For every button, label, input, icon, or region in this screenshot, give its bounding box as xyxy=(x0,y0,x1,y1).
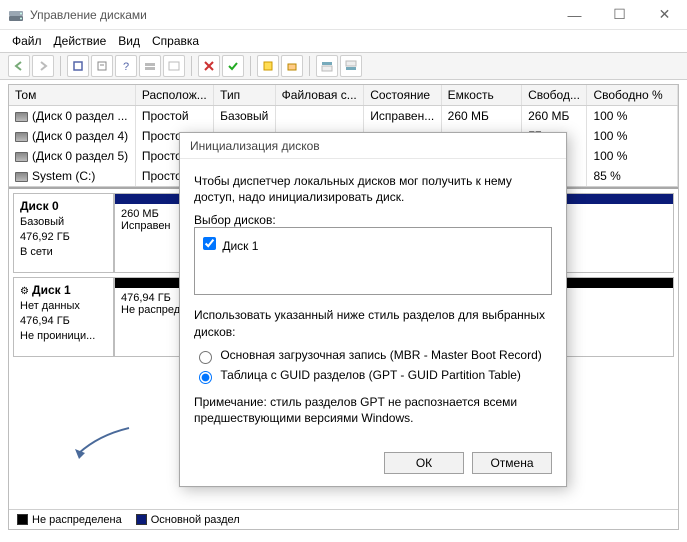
toolbar-del[interactable] xyxy=(198,55,220,77)
close-button[interactable]: ✕ xyxy=(642,0,687,30)
toolbar-check[interactable] xyxy=(222,55,244,77)
toolbar-view1[interactable] xyxy=(139,55,161,77)
volume-icon xyxy=(15,172,28,182)
dialog-title: Инициализация дисков xyxy=(180,133,566,159)
toolbar-view2[interactable] xyxy=(163,55,185,77)
cancel-button[interactable]: Отмена xyxy=(472,452,552,474)
svg-text:?: ? xyxy=(123,61,129,72)
volume-icon xyxy=(15,152,28,162)
menubar: Файл Действие Вид Справка xyxy=(0,30,687,52)
titlebar: Управление дисками — ☐ ✕ xyxy=(0,0,687,30)
legend: Не распределена Основной раздел xyxy=(9,509,678,529)
radio-gpt[interactable]: Таблица с GUID разделов (GPT - GUID Part… xyxy=(194,368,521,382)
legend-unalloc: Не распределена xyxy=(17,514,122,526)
disk-label: ⚙ Диск 1Нет данных476,94 ГБНе проиници..… xyxy=(14,278,114,356)
disk1-checkbox[interactable] xyxy=(203,237,216,250)
volume-icon xyxy=(15,112,28,122)
column-header[interactable]: Свобод... xyxy=(522,85,587,106)
ok-button[interactable]: ОК xyxy=(384,452,464,474)
dialog-note: Примечание: стиль разделов GPT не распоз… xyxy=(194,394,552,426)
disk-label: Диск 0Базовый476,92 ГБВ сети xyxy=(14,194,114,272)
menu-action[interactable]: Действие xyxy=(54,34,107,48)
toolbar: ? xyxy=(0,52,687,80)
menu-file[interactable]: Файл xyxy=(12,34,42,48)
main-area: ТомРасполож...ТипФайловая с...СостояниеЕ… xyxy=(8,84,679,530)
mbr-radio[interactable] xyxy=(199,351,212,364)
menu-help[interactable]: Справка xyxy=(152,34,199,48)
toolbar-props[interactable] xyxy=(91,55,113,77)
column-header[interactable]: Свободно % xyxy=(587,85,678,106)
column-header[interactable]: Располож... xyxy=(135,85,213,106)
column-header[interactable]: Емкость xyxy=(441,85,521,106)
toolbar-top[interactable] xyxy=(316,55,338,77)
table-row[interactable]: (Диск 0 раздел ...ПростойБазовыйИсправен… xyxy=(9,106,678,127)
disk-listbox[interactable]: Диск 1 xyxy=(194,227,552,295)
column-header[interactable]: Состояние xyxy=(364,85,441,106)
radio-mbr[interactable]: Основная загрузочная запись (MBR - Maste… xyxy=(194,348,542,362)
column-header[interactable]: Том xyxy=(9,85,135,106)
volume-icon xyxy=(15,132,28,142)
disk-list-item[interactable]: Диск 1 xyxy=(199,234,547,253)
dialog-intro: Чтобы диспетчер локальных дисков мог пол… xyxy=(194,173,552,205)
toolbar-fwd[interactable] xyxy=(32,55,54,77)
maximize-button[interactable]: ☐ xyxy=(597,0,642,30)
toolbar-refresh[interactable] xyxy=(67,55,89,77)
choose-disks-label: Выбор дисков: xyxy=(194,213,552,227)
style-label: Использовать указанный ниже стиль раздел… xyxy=(194,307,552,339)
toolbar-bottom[interactable] xyxy=(340,55,362,77)
toolbar-new[interactable] xyxy=(257,55,279,77)
column-header[interactable]: Файловая с... xyxy=(275,85,364,106)
legend-primary: Основной раздел xyxy=(136,514,240,526)
init-disk-dialog: Инициализация дисков Чтобы диспетчер лок… xyxy=(179,132,567,487)
toolbar-back[interactable] xyxy=(8,55,30,77)
menu-view[interactable]: Вид xyxy=(118,34,140,48)
toolbar-help[interactable]: ? xyxy=(115,55,137,77)
app-icon xyxy=(8,7,24,23)
minimize-button[interactable]: — xyxy=(552,0,597,30)
column-header[interactable]: Тип xyxy=(214,85,276,106)
window-title: Управление дисками xyxy=(30,8,552,22)
gpt-radio[interactable] xyxy=(199,371,212,384)
toolbar-open[interactable] xyxy=(281,55,303,77)
